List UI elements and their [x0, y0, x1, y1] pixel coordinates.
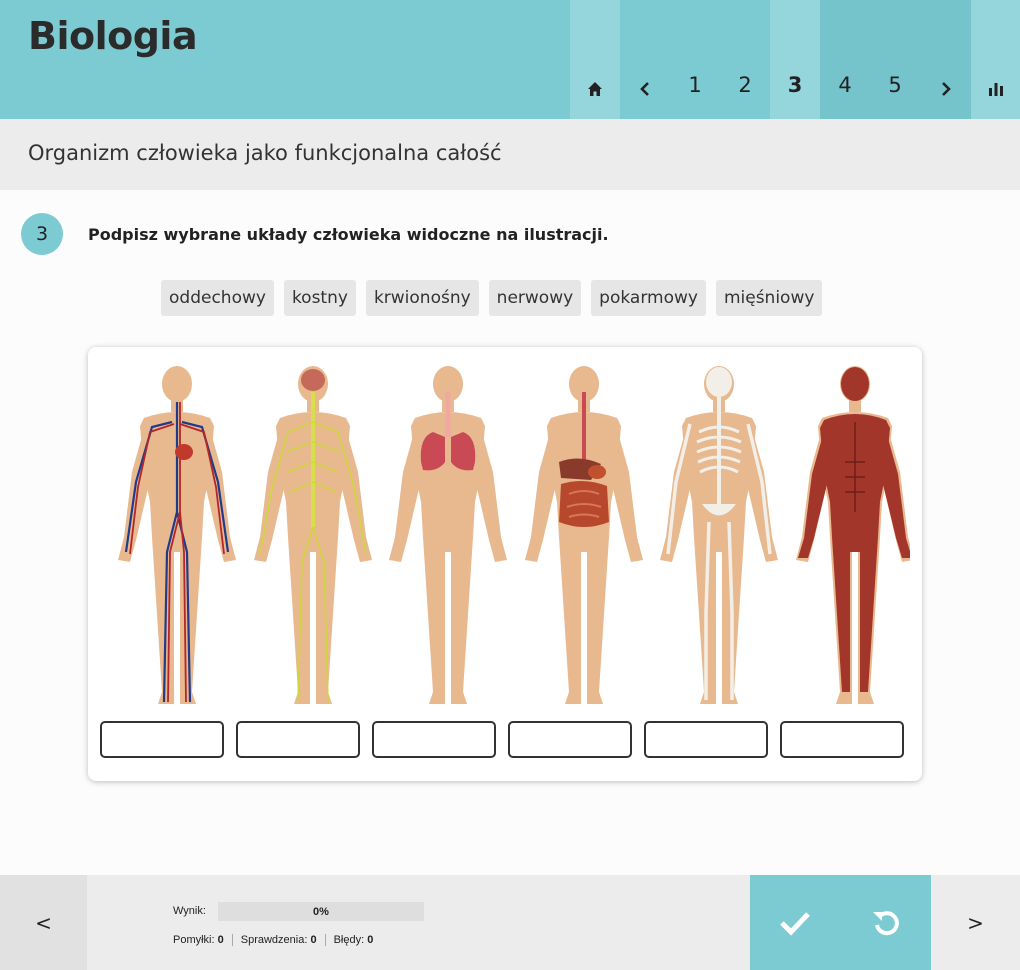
errors-stat: Błędy: 0 [324, 934, 382, 946]
footer-next-button[interactable]: > [931, 875, 1020, 970]
lesson-subtitle: Organizm człowieka jako funkcjonalna cał… [28, 141, 502, 165]
chip-krwionosny[interactable]: krwionośny [365, 280, 479, 316]
digestive-system-figure [525, 366, 643, 704]
footer-prev-button[interactable]: < [0, 875, 87, 970]
drop-zone-1[interactable] [100, 721, 224, 758]
checks-stat: Sprawdzenia: 0 [231, 934, 325, 946]
header-bar: Biologia 1 2 3 4 5 [0, 0, 1020, 119]
task-number-badge: 3 [21, 213, 63, 255]
score-label: Wynik: [173, 905, 206, 917]
drop-zone-3[interactable] [372, 721, 496, 758]
page-1-button[interactable]: 1 [670, 0, 720, 119]
drop-zone-4[interactable] [508, 721, 632, 758]
task-instruction: Podpisz wybrane układy człowieka widoczn… [88, 225, 609, 244]
respiratory-system-figure [389, 366, 507, 704]
drop-zone-2[interactable] [236, 721, 360, 758]
chip-miesniowy[interactable]: mięśniowy [715, 280, 823, 316]
app-title: Biologia [28, 14, 198, 58]
footer-bar: < Wynik: 0% Pomyłki: 0 Sprawdzenia: 0 Bł… [0, 875, 1020, 970]
score-value: 0% [313, 905, 329, 918]
illustration-card [88, 347, 922, 781]
stats-row: Pomyłki: 0 Sprawdzenia: 0 Błędy: 0 [173, 934, 381, 946]
page-3-button[interactable]: 3 [770, 0, 820, 119]
bar-chart-icon [988, 83, 1003, 96]
reset-icon [872, 910, 899, 935]
chip-kostny[interactable]: kostny [283, 280, 356, 316]
page-2-button[interactable]: 2 [720, 0, 770, 119]
chevron-left-icon [640, 82, 649, 96]
next-page-button[interactable] [920, 0, 971, 119]
drop-zones [100, 721, 904, 758]
circulatory-system-figure [118, 366, 236, 704]
page-5-button[interactable]: 5 [870, 0, 920, 119]
mistakes-stat: Pomyłki: 0 [173, 934, 224, 946]
reset-button[interactable] [840, 875, 931, 970]
subtitle-band: Organizm człowieka jako funkcjonalna cał… [0, 119, 1020, 190]
nervous-system-figure [254, 366, 372, 704]
check-button[interactable] [750, 875, 840, 970]
answer-chips: oddechowy kostny krwionośny nerwowy poka… [161, 280, 823, 316]
muscular-system-figure [796, 366, 910, 704]
body-systems-illustration [118, 366, 910, 704]
stats-button[interactable] [971, 0, 1020, 119]
checkmark-icon [780, 911, 810, 936]
prev-page-button[interactable] [620, 0, 670, 119]
chevron-right-icon [941, 82, 951, 96]
chip-nerwowy[interactable]: nerwowy [488, 280, 582, 316]
drop-zone-5[interactable] [644, 721, 768, 758]
chip-oddechowy[interactable]: oddechowy [161, 280, 274, 316]
score-progress-bar: 0% [218, 902, 424, 921]
chip-pokarmowy[interactable]: pokarmowy [591, 280, 706, 316]
home-icon [588, 82, 602, 96]
skeletal-system-figure [660, 366, 778, 704]
drop-zone-6[interactable] [780, 721, 904, 758]
home-button[interactable] [570, 0, 620, 119]
page-4-button[interactable]: 4 [820, 0, 870, 119]
